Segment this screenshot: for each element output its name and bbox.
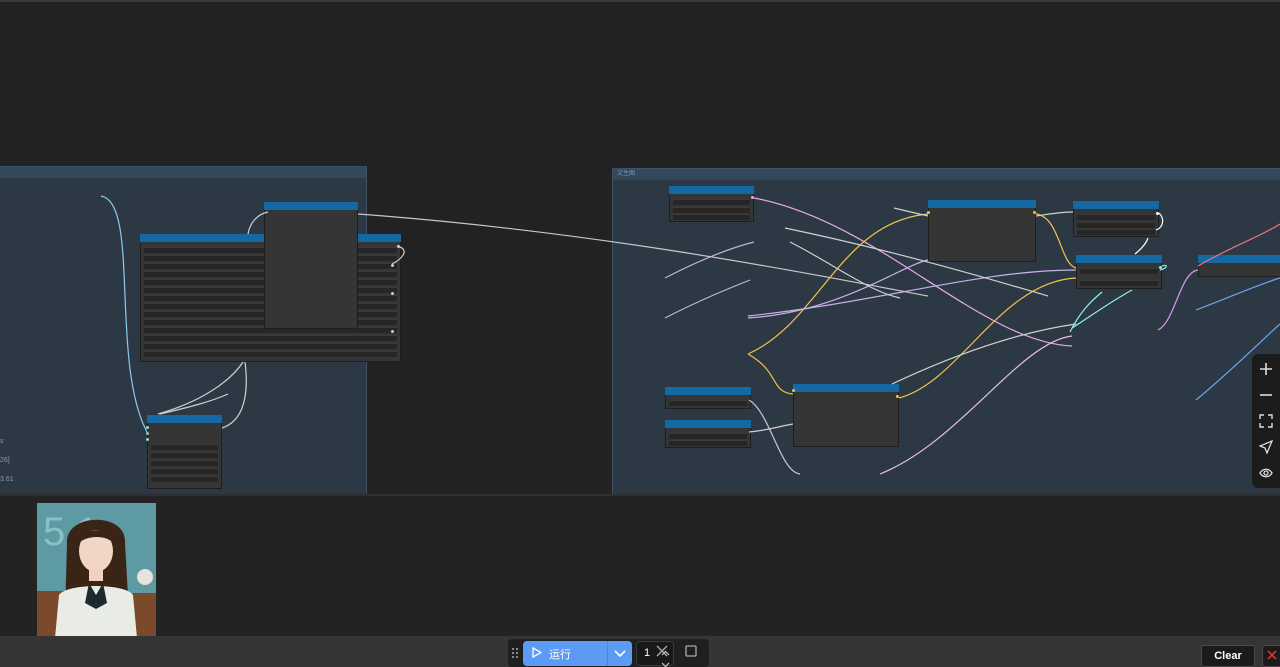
run-button-label: 运行 <box>549 648 571 661</box>
plus-icon[interactable] <box>1256 359 1276 379</box>
run-button[interactable]: 运行 <box>523 641 607 666</box>
app: s 26] 3.61 文生图 5 运行 1 Clear <box>0 0 1280 667</box>
eye-icon[interactable] <box>1256 463 1276 483</box>
stop-button[interactable] <box>683 645 699 661</box>
canvas-controls <box>1252 354 1280 488</box>
bottom-toolbar: 运行 1 <box>0 636 1280 667</box>
cancel-button[interactable] <box>654 645 670 661</box>
node-canvas[interactable]: s 26] 3.61 文生图 <box>0 2 1280 494</box>
play-icon <box>532 646 543 661</box>
close-panel-button[interactable] <box>1262 645 1280 667</box>
chevron-down-icon <box>614 645 626 663</box>
queue-control: 运行 1 <box>508 639 709 667</box>
batch-count-value: 1 <box>644 647 651 659</box>
connection-wires <box>100 195 1280 475</box>
close-icon <box>656 644 668 662</box>
navigate-icon[interactable] <box>1256 437 1276 457</box>
image-gallery: 5 1 <box>0 494 1280 638</box>
portrait-image: 5 1 <box>37 503 156 638</box>
generated-image-thumbnail[interactable]: 5 1 <box>37 503 156 638</box>
clear-button[interactable]: Clear <box>1201 645 1255 667</box>
fit-view-icon[interactable] <box>1256 411 1276 431</box>
close-icon <box>1266 647 1277 665</box>
run-mode-dropdown[interactable] <box>607 641 632 666</box>
square-icon <box>685 644 697 662</box>
drag-handle-icon[interactable] <box>511 646 519 660</box>
minus-icon[interactable] <box>1256 385 1276 405</box>
